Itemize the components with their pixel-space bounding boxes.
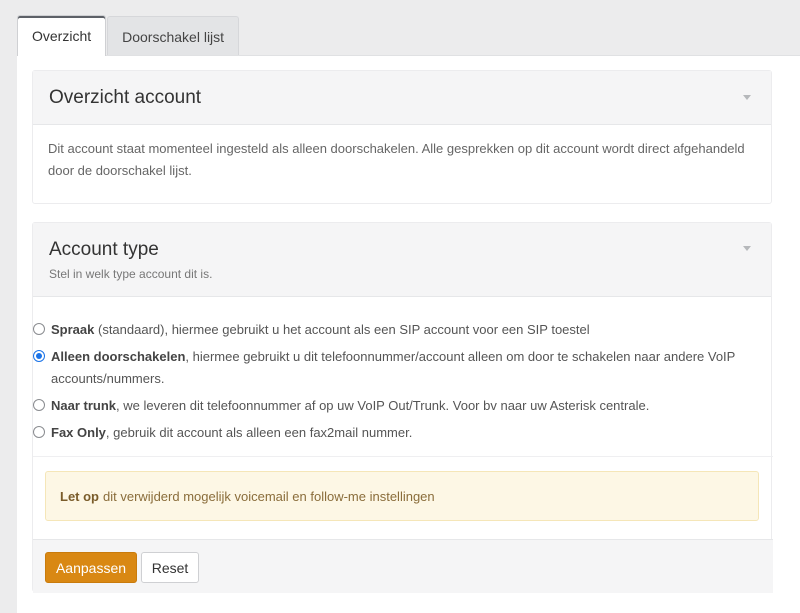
warning-alert: Let op dit verwijderd mogelijk voicemail…	[45, 471, 759, 521]
account-type-options: Spraak (standaard), hiermee gebruikt u h…	[33, 319, 773, 449]
tab-bar: Overzicht Doorschakel lijst	[17, 15, 240, 56]
radio-alleen-doorschakelen[interactable]	[33, 350, 45, 362]
option-name: Fax Only	[51, 425, 106, 440]
account-type-subtitle: Stel in welk type account dit is.	[49, 267, 213, 281]
radio-fax-only[interactable]	[33, 426, 45, 438]
tab-panel-overzicht: Overzicht account Dit account staat mome…	[17, 55, 800, 613]
collapse-caret-icon[interactable]	[743, 246, 751, 251]
option-naar-trunk[interactable]: Naar trunk, we leveren dit telefoonnumme…	[33, 395, 773, 417]
overview-account-card: Overzicht account Dit account staat mome…	[32, 70, 772, 204]
option-alleen-doorschakelen[interactable]: Alleen doorschakelen, hiermee gebruikt u…	[33, 346, 773, 390]
tab-doorschakel-lijst[interactable]: Doorschakel lijst	[107, 16, 240, 56]
option-fax-only[interactable]: Fax Only, gebruik dit account als alleen…	[33, 422, 773, 444]
overview-account-description: Dit account staat momenteel ingesteld al…	[48, 141, 745, 178]
option-name: Naar trunk	[51, 398, 117, 413]
divider	[33, 456, 773, 457]
radio-spraak[interactable]	[33, 323, 45, 335]
account-type-footer: Aanpassen Reset	[33, 539, 773, 593]
alert-strong: Let op	[60, 488, 99, 504]
option-description: , we leveren dit telefoonnummer af op uw…	[116, 398, 650, 413]
option-spraak[interactable]: Spraak (standaard), hiermee gebruikt u h…	[33, 319, 773, 341]
option-description: , gebruik dit account als alleen een fax…	[105, 425, 413, 440]
account-type-card: Account type Stel in welk type account d…	[32, 222, 773, 593]
overview-account-header[interactable]: Overzicht account	[33, 71, 771, 125]
collapse-caret-icon[interactable]	[743, 95, 751, 100]
tab-overzicht[interactable]: Overzicht	[17, 15, 107, 56]
option-description: (standaard), hiermee gebruikt u het acco…	[94, 322, 590, 337]
option-name: Spraak	[51, 322, 95, 337]
radio-naar-trunk[interactable]	[33, 399, 45, 411]
option-name: Alleen doorschakelen	[51, 349, 186, 364]
account-type-header[interactable]: Account type Stel in welk type account d…	[33, 223, 771, 297]
account-type-title: Account type	[49, 239, 159, 260]
alert-text: dit verwijderd mogelijk voicemail en fol…	[103, 488, 435, 504]
aanpassen-button[interactable]: Aanpassen	[45, 552, 137, 583]
overview-account-title: Overzicht account	[49, 87, 202, 108]
reset-button[interactable]: Reset	[141, 552, 199, 583]
